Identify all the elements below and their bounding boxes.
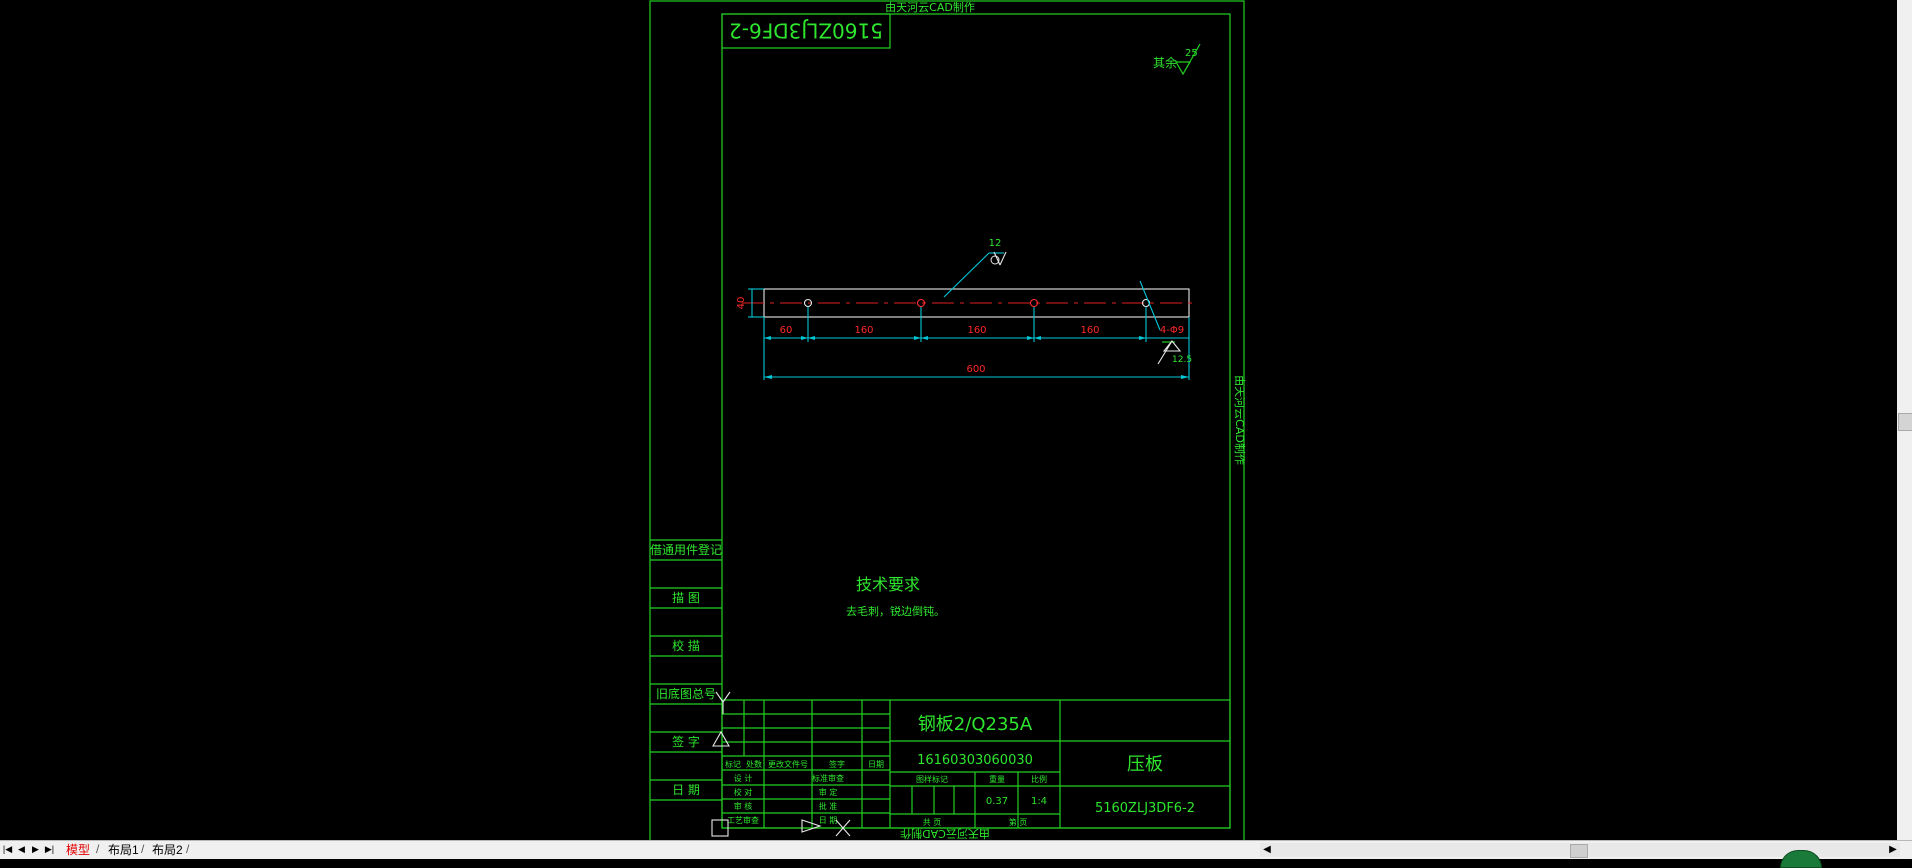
vertical-scrollbar[interactable]: [1897, 0, 1912, 840]
tb-part-number: 16160303060030: [917, 753, 1033, 768]
tab-layout2[interactable]: 布局2: [148, 842, 187, 858]
role-process: 工艺审查: [727, 815, 759, 825]
first-tab-icon[interactable]: |◀: [2, 843, 13, 856]
role-review: 审 核: [734, 801, 753, 811]
prev-tab-icon[interactable]: ◀: [16, 843, 27, 856]
layout-tab-bar: |◀ ◀ ▶ ▶| 模型 / 布局1 / 布局2 / ◀ ▶: [0, 840, 1912, 859]
roughness-other-value: 25: [1185, 48, 1198, 59]
scroll-left-icon[interactable]: ◀: [1260, 843, 1274, 857]
y-axis-marker: [715, 691, 731, 714]
dim-160-a: 160: [854, 325, 873, 336]
tb-header-weight: 重量: [989, 774, 1005, 784]
tab-separator: /: [186, 842, 190, 856]
rev-header-2: 处数: [746, 759, 762, 769]
last-tab-icon[interactable]: ▶|: [44, 843, 55, 856]
side-label-3: 校 描: [672, 638, 700, 653]
role-standard: 标准审查: [812, 773, 844, 783]
tb-material: 钢板2/Q235A: [918, 714, 1033, 735]
side-label-5: 签 字: [672, 734, 700, 749]
dim-160-c: 160: [1080, 325, 1099, 336]
side-label-6: 日 期: [672, 783, 700, 797]
tech-req-note: 去毛刺，锐边倒钝。: [846, 604, 945, 618]
rev-header-5: 日期: [868, 760, 884, 769]
triangle-marker: [712, 730, 730, 747]
tab-separator: /: [96, 842, 100, 856]
roughness-hole-value: 12.5: [1172, 355, 1192, 365]
tb-scale: 1:4: [1031, 796, 1047, 807]
tb-sheet: 第 页: [1009, 817, 1028, 827]
tb-sheets-total: 共 页: [923, 818, 942, 827]
vertical-scroll-thumb[interactable]: [1898, 413, 1912, 431]
dim-60: 60: [780, 325, 793, 336]
roughness-other-label: 其余: [1153, 55, 1177, 70]
roughness-symbol-face: [993, 251, 1007, 266]
cad-drawing-canvas[interactable]: 由天河云CAD制作 由天河云CAD制作 由天河云CAD制作 5160ZLJ3DF…: [0, 0, 1912, 840]
tab-layout1[interactable]: 布局1: [104, 842, 143, 858]
height-dim-text: 40: [736, 297, 747, 310]
drawing-sheet: 由天河云CAD制作 由天河云CAD制作 由天河云CAD制作 5160ZLJ3DF…: [649, 0, 1247, 840]
side-label-1: 借通用件登记: [650, 542, 722, 557]
watermark-bottom: 由天河云CAD制作: [900, 827, 990, 840]
tab-separator: /: [141, 842, 145, 856]
dim-holes: 4-Φ9: [1160, 325, 1184, 336]
drawing-code-inverted: 5160ZLJ3DF6-2: [729, 19, 883, 43]
horizontal-scroll-thumb[interactable]: [1570, 844, 1588, 858]
dim-160-b: 160: [967, 325, 986, 336]
inner-frame: [721, 13, 1231, 829]
role-design: 设 计: [734, 773, 753, 783]
tb-drawing-code: 5160ZLJ3DF6-2: [1095, 801, 1195, 816]
role-approve-2: 批 准: [819, 801, 838, 811]
role-date: 日 期: [819, 816, 838, 825]
tb-header-stage: 图样标记: [916, 774, 948, 784]
rev-header-4: 签字: [829, 759, 845, 769]
side-label-4: 旧底图总号: [656, 686, 716, 701]
watermark-right: 由天河云CAD制作: [1233, 375, 1247, 465]
watermark-top: 由天河云CAD制作: [885, 0, 975, 14]
tb-weight: 0.37: [986, 796, 1008, 807]
dim-600: 600: [966, 364, 985, 375]
tb-part-name: 压板: [1127, 754, 1163, 775]
rev-header-1: 标记: [725, 759, 741, 769]
role-approve-1: 审 定: [819, 787, 838, 797]
side-label-2: 描 图: [672, 591, 700, 605]
next-tab-icon[interactable]: ▶: [30, 843, 41, 856]
roughness-face-value: 12: [989, 238, 1002, 249]
roughness-leader: [943, 252, 990, 298]
tech-req-title: 技术要求: [856, 575, 920, 594]
rev-header-3: 更改文件号: [768, 759, 808, 769]
tab-model[interactable]: 模型: [62, 842, 94, 858]
role-check: 校 对: [734, 787, 753, 797]
tb-header-scale: 比例: [1031, 774, 1047, 784]
scroll-right-icon[interactable]: ▶: [1886, 843, 1900, 857]
